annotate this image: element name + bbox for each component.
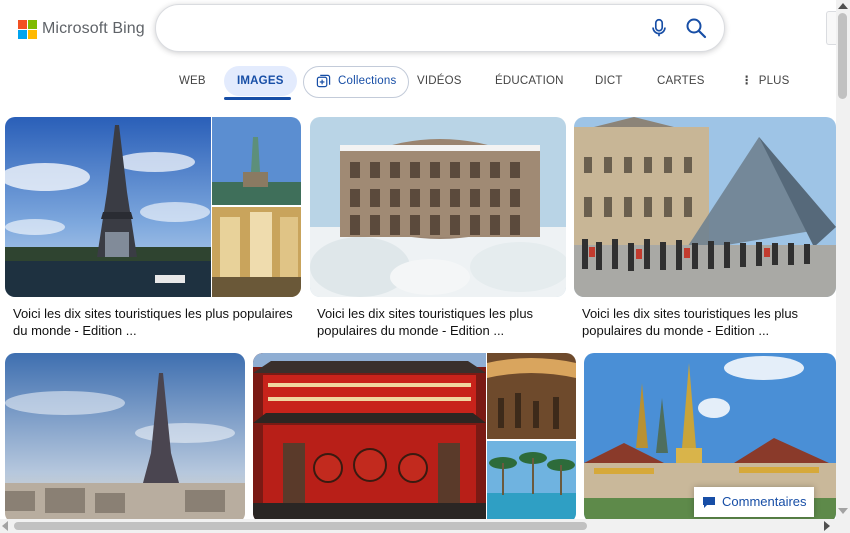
vertical-scrollbar-thumb[interactable]: [838, 13, 847, 99]
scroll-right-arrow-icon[interactable]: [824, 521, 830, 531]
tab-web[interactable]: WEB: [179, 66, 206, 96]
scroll-up-arrow-icon[interactable]: [838, 3, 848, 9]
more-dots-icon: ⋮: [741, 75, 753, 87]
tab-dict[interactable]: DICT: [595, 66, 623, 96]
scroll-left-arrow-icon[interactable]: [2, 521, 8, 531]
colosseum-image: [310, 117, 566, 297]
tab-collections-label: Collections: [338, 75, 397, 87]
tab-more-label: PLUS: [758, 75, 790, 87]
collections-icon: [316, 74, 331, 88]
tab-images-underline: [224, 97, 291, 100]
tab-more[interactable]: ⋮ PLUS: [741, 66, 790, 96]
tab-videos[interactable]: VIDÉOS: [417, 66, 462, 96]
comment-icon: [703, 497, 715, 508]
louvre-pyramid-image: [574, 117, 836, 297]
image-result-5[interactable]: [253, 353, 576, 523]
scroll-down-arrow-icon[interactable]: [838, 508, 848, 514]
result-caption-3[interactable]: Voici les dix sites touristiques les plu…: [582, 305, 832, 339]
tab-maps[interactable]: CARTES: [657, 66, 705, 96]
feedback-button[interactable]: Commentaires: [694, 487, 814, 517]
image-result-4[interactable]: [5, 353, 245, 523]
tab-education[interactable]: ÉDUCATION: [495, 66, 564, 96]
microsoft-logo-icon: [18, 19, 37, 39]
microphone-icon[interactable]: [648, 17, 670, 39]
eiffel-tower-collage-image: [5, 117, 301, 297]
image-result-1[interactable]: [5, 117, 301, 297]
sensoji-temple-collage-image: [253, 353, 576, 523]
image-result-3[interactable]: [574, 117, 836, 297]
horizontal-scrollbar-thumb[interactable]: [14, 522, 587, 530]
vertical-tabs: WEB IMAGES Collections VIDÉOS ÉDUCATION …: [0, 66, 840, 100]
feedback-label: Commentaires: [722, 494, 807, 509]
bing-logo[interactable]: Microsoft Bing: [18, 18, 145, 40]
paris-eiffel-panorama-image: [5, 353, 245, 523]
result-caption-2[interactable]: Voici les dix sites touristiques les plu…: [317, 305, 567, 339]
tab-images[interactable]: IMAGES: [224, 66, 297, 96]
result-caption-1[interactable]: Voici les dix sites touristiques les plu…: [13, 305, 303, 339]
search-box[interactable]: [155, 4, 725, 52]
tab-collections[interactable]: Collections: [303, 66, 410, 98]
image-result-2[interactable]: [310, 117, 566, 297]
search-icon[interactable]: [684, 16, 708, 40]
logo-text: Microsoft Bing: [42, 20, 145, 37]
